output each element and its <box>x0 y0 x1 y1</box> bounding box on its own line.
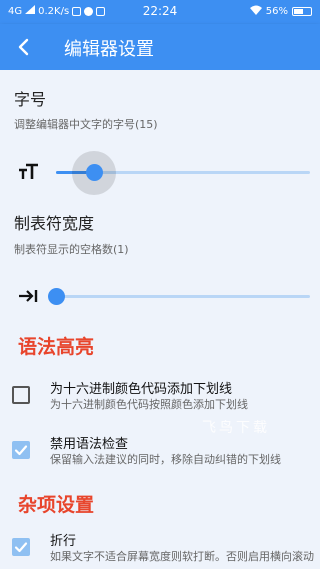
word-wrap-row[interactable]: 折行 如果文字不适合屏幕宽度则软打断。否则启用横向滚动 <box>0 527 320 569</box>
wifi-icon <box>249 5 262 18</box>
check-icon <box>14 542 28 553</box>
font-size-track[interactable] <box>56 151 310 195</box>
disable-spellcheck-summary: 保留输入法建议的同时，移除自动纠错的下划线 <box>50 453 281 466</box>
watermark: 飞鸟下载 <box>202 420 270 436</box>
font-size-summary: 调整编辑器中文字的字号(15) <box>14 118 158 131</box>
word-wrap-title: 折行 <box>50 534 77 549</box>
font-size-title: 字号 <box>14 90 47 109</box>
settings-list[interactable]: 字号 调整编辑器中文字的字号(15) 制表符宽度 制表符显示的空格数(1) 语法… <box>0 70 320 569</box>
misc-section-header: 杂项设置 <box>18 494 95 516</box>
back-button[interactable] <box>10 33 38 61</box>
battery-icon <box>292 7 312 16</box>
status-bar: 4G 0.2K/s 22:24 56% <box>0 0 320 24</box>
tab-indent-icon <box>18 286 40 306</box>
page-title: 编辑器设置 <box>64 39 154 60</box>
app-bar: 编辑器设置 <box>0 24 320 70</box>
hex-underline-title: 为十六进制颜色代码添加下划线 <box>50 382 233 397</box>
font-size-slider[interactable] <box>0 151 320 195</box>
hex-underline-row[interactable]: 为十六进制颜色代码添加下划线 为十六进制颜色代码按照颜色添加下划线 <box>0 375 320 419</box>
arrow-back-icon <box>18 38 29 56</box>
hex-underline-summary: 为十六进制颜色代码按照颜色添加下划线 <box>50 398 248 411</box>
disable-spellcheck-row[interactable]: 禁用语法检查 保留输入法建议的同时，移除自动纠错的下划线 <box>0 430 320 474</box>
hex-underline-checkbox[interactable] <box>12 386 30 404</box>
tab-width-track[interactable] <box>48 288 310 305</box>
tab-width-summary: 制表符显示的空格数(1) <box>14 243 129 256</box>
tab-width-slider[interactable] <box>0 276 320 316</box>
font-size-thumb[interactable] <box>86 164 104 181</box>
battery-percent: 56% <box>265 6 288 17</box>
check-icon <box>14 445 28 456</box>
disable-spellcheck-title: 禁用语法检查 <box>50 437 129 452</box>
tab-width-title: 制表符宽度 <box>14 214 95 233</box>
syntax-section-header: 语法高亮 <box>18 336 95 358</box>
word-wrap-checkbox[interactable] <box>12 538 30 556</box>
text-size-icon <box>18 162 40 182</box>
disable-spellcheck-checkbox[interactable] <box>12 441 30 459</box>
tab-width-thumb[interactable] <box>48 288 65 305</box>
word-wrap-summary: 如果文字不适合屏幕宽度则软打断。否则启用横向滚动 <box>50 550 314 563</box>
